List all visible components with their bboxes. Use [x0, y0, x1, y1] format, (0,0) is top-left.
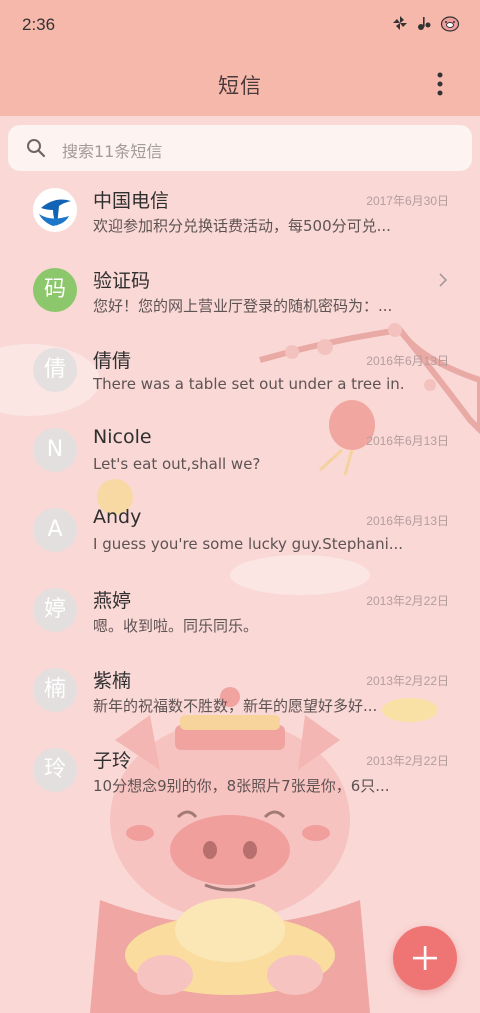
conversation-row[interactable]: 婷 燕婷 2013年2月22日 嗯。收到啦。同乐同乐。 [0, 568, 480, 648]
title-bar: 短信 [0, 52, 480, 116]
contact-name: 倩倩 [93, 350, 132, 372]
message-preview: I guess you're some lucky guy.Stephani..… [93, 535, 403, 553]
avatar: 玲 [33, 748, 77, 792]
contact-name: 验证码 [93, 270, 151, 292]
conversation-row[interactable]: 玲 子玲 2013年2月22日 10分想念9别的你，8张照片7张是你，6只... [0, 728, 480, 808]
more-options-icon[interactable] [430, 70, 450, 98]
message-date: 2017年6月30日 [366, 194, 449, 208]
avatar: N [33, 428, 77, 472]
conversation-row[interactable]: 楠 紫楠 2013年2月22日 新年的祝福数不胜数，新年的愿望好多好... [0, 648, 480, 728]
contact-name: 紫楠 [93, 670, 132, 692]
music-icon [416, 15, 432, 37]
message-date: 2013年2月22日 [366, 594, 449, 608]
status-icons [392, 14, 460, 38]
conversation-row[interactable]: 码 验证码 您好！您的网上营业厅登录的随机密码为：... [0, 248, 480, 328]
conversation-row[interactable]: A Andy 2016年6月13日 I guess you're some lu… [0, 488, 480, 568]
status-bar: 2:36 [0, 0, 480, 52]
contact-name: 中国电信 [93, 190, 170, 212]
new-message-button[interactable] [393, 926, 457, 990]
status-time: 2:36 [22, 15, 56, 34]
message-date: 2016年6月13日 [366, 354, 449, 368]
pinwheel-icon [392, 15, 408, 37]
plus-icon [413, 946, 437, 970]
message-date: 2016年6月13日 [366, 514, 449, 528]
message-preview: 您好！您的网上营业厅登录的随机密码为：... [93, 297, 393, 315]
avatar: 码 [33, 268, 77, 312]
contact-name: Andy [93, 506, 142, 528]
avatar: 楠 [33, 668, 77, 712]
conversation-list: 中国电信 2017年6月30日 欢迎参加积分兑换话费活动，每500分可兑... … [0, 168, 480, 808]
avatar: 倩 [33, 348, 77, 392]
message-preview: 嗯。收到啦。同乐同乐。 [93, 617, 259, 635]
conversation-row[interactable]: N Nicole 2016年6月13日 Let's eat out,shall … [0, 408, 480, 488]
contact-name: 燕婷 [93, 590, 132, 612]
message-preview: 新年的祝福数不胜数，新年的愿望好多好... [93, 697, 378, 715]
page-title: 短信 [218, 74, 262, 98]
message-date: 2013年2月22日 [366, 674, 449, 688]
message-date: 2013年2月22日 [366, 754, 449, 768]
contact-name: Nicole [93, 426, 152, 448]
conversation-row[interactable]: 中国电信 2017年6月30日 欢迎参加积分兑换话费活动，每500分可兑... [0, 168, 480, 248]
message-date: 2016年6月13日 [366, 434, 449, 448]
message-preview: 欢迎参加积分兑换话费活动，每500分可兑... [93, 217, 391, 235]
message-preview: 10分想念9别的你，8张照片7张是你，6只... [93, 777, 390, 795]
search-icon [26, 138, 46, 158]
search-placeholder: 搜索11条短信 [62, 142, 163, 161]
conversation-row[interactable]: 倩 倩倩 2016年6月13日 There was a table set ou… [0, 328, 480, 408]
pig-icon [440, 14, 460, 38]
avatar: A [33, 508, 77, 552]
search-input[interactable]: 搜索11条短信 [8, 125, 472, 171]
message-preview: Let's eat out,shall we? [93, 455, 261, 473]
contact-name: 子玲 [93, 750, 132, 772]
message-preview: There was a table set out under a tree i… [93, 375, 403, 393]
china-telecom-logo-icon [33, 188, 77, 232]
avatar: 婷 [33, 588, 77, 632]
chevron-right-icon [438, 272, 448, 288]
